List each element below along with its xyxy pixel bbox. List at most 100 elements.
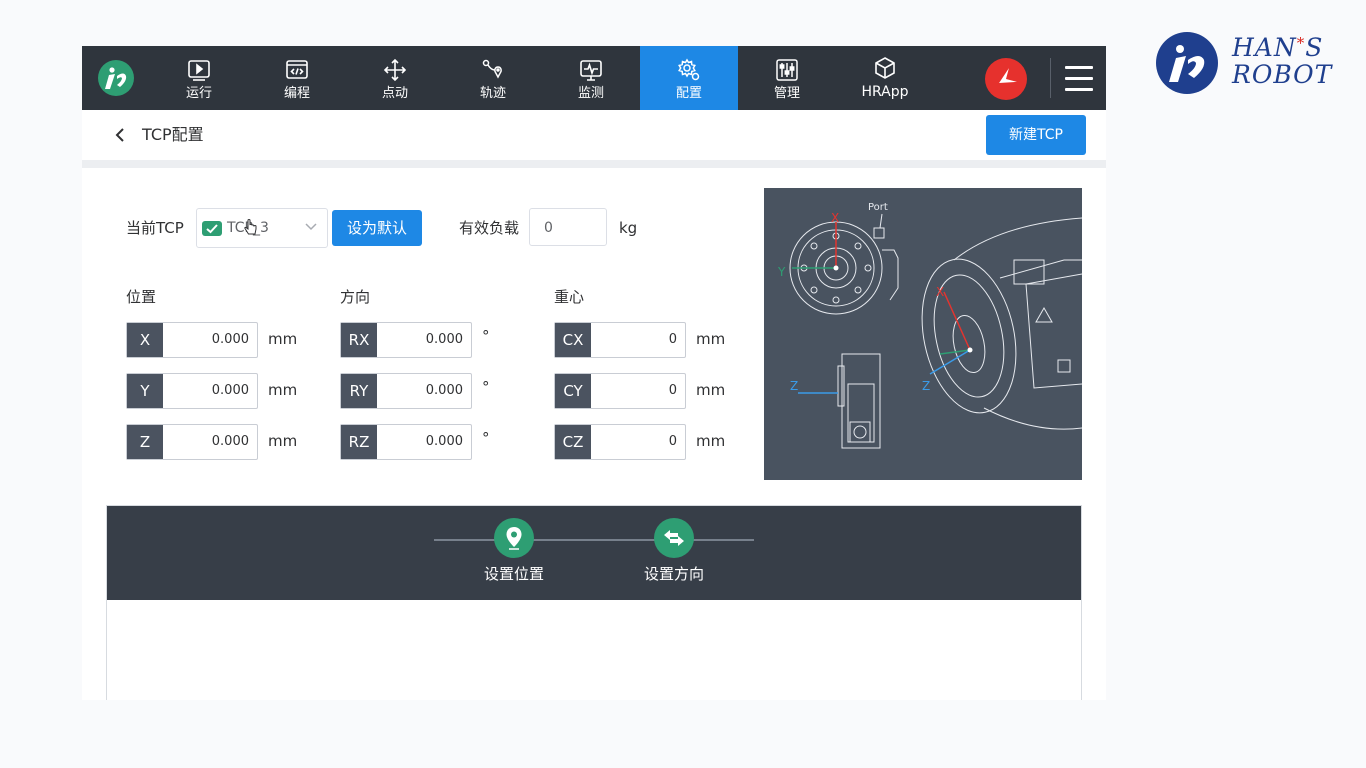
field-value[interactable]: 0.000 — [426, 374, 463, 408]
field-value[interactable]: 0 — [669, 374, 677, 408]
cog-section-title: 重心 — [554, 288, 585, 306]
x-axis-label: X — [831, 211, 839, 225]
nav-label: 运行 — [185, 86, 212, 101]
nav-item-jog[interactable]: 点动 — [346, 46, 444, 110]
nav-label: 配置 — [675, 86, 702, 101]
position-section-title: 位置 — [126, 288, 157, 306]
settings-icon — [678, 58, 700, 81]
nav-item-program[interactable]: 编程 — [248, 46, 346, 110]
tcp-select[interactable]: TCP_3 — [196, 208, 328, 248]
emergency-stop-button[interactable] — [985, 58, 1027, 100]
field-value[interactable]: 0.000 — [212, 374, 249, 408]
unit-label: mm — [268, 381, 298, 399]
payload-unit: kg — [619, 219, 638, 237]
app-logo-icon[interactable] — [97, 59, 135, 97]
wizard-steps-bar: 设置位置 设置方向 — [107, 506, 1081, 600]
nav-label: 轨迹 — [479, 86, 506, 101]
nav-label: 监测 — [577, 86, 604, 101]
z-axis-label-3d: Z — [922, 379, 930, 393]
step-connector — [434, 539, 754, 541]
nav-label: 编程 — [283, 86, 310, 101]
step-label: 设置方向 — [643, 565, 704, 583]
field-value[interactable]: 0 — [669, 425, 677, 459]
orientation-rz-field[interactable]: RZ 0.000 — [340, 424, 472, 460]
field-tag: CZ — [555, 425, 591, 459]
management-icon — [776, 59, 798, 81]
x-axis-label-3d: X — [936, 285, 944, 299]
set-default-button[interactable]: 设为默认 — [332, 210, 422, 246]
menu-icon — [1065, 66, 1093, 69]
nav-item-trajectory[interactable]: 轨迹 — [444, 46, 542, 110]
orientation-rx-field[interactable]: RX 0.000 — [340, 322, 472, 358]
field-value[interactable]: 0.000 — [426, 425, 463, 459]
unit-label: ° — [482, 429, 490, 447]
header-separator — [82, 160, 1106, 168]
field-value[interactable]: 0.000 — [212, 425, 249, 459]
orientation-ry-field[interactable]: RY 0.000 — [340, 373, 472, 409]
step-label: 设置位置 — [483, 565, 544, 583]
payload-label: 有效负载 — [459, 219, 520, 237]
brand-name: HAN*S ROBOT — [1232, 33, 1333, 89]
payload-input[interactable]: 0 — [529, 208, 607, 246]
trajectory-icon — [482, 59, 502, 79]
page-title: TCP配置 — [142, 125, 204, 144]
unit-label: ° — [482, 327, 490, 345]
new-tcp-button[interactable]: 新建TCP — [986, 115, 1086, 155]
unit-label: ° — [482, 378, 490, 396]
current-tcp-label: 当前TCP — [126, 219, 184, 237]
cube-icon — [875, 57, 895, 79]
nav-item-monitor[interactable]: 监测 — [542, 46, 640, 110]
y-axis-label: Y — [777, 265, 786, 279]
nav-item-config[interactable]: 配置 — [640, 46, 738, 110]
code-icon — [286, 60, 308, 79]
tcp-diagram: Port X Y Z X Z — [764, 188, 1083, 480]
nav-label: 管理 — [773, 86, 800, 101]
cog-cx-field[interactable]: CX 0 — [554, 322, 686, 358]
hamburger-menu-button[interactable] — [1065, 66, 1093, 92]
nav-item-run[interactable]: 运行 — [150, 46, 248, 110]
check-icon — [202, 221, 222, 236]
field-tag: RY — [341, 374, 377, 408]
field-value[interactable]: 0.000 — [212, 323, 249, 357]
field-value[interactable]: 0.000 — [426, 323, 463, 357]
emergency-stop-icon — [999, 68, 1017, 83]
hans-robot-logo: HAN*S ROBOT — [1154, 28, 1334, 98]
field-tag: Y — [127, 374, 163, 408]
chevron-down-icon — [305, 223, 317, 231]
orientation-section-title: 方向 — [340, 288, 371, 306]
port-label: Port — [868, 202, 888, 213]
unit-label: mm — [696, 432, 726, 450]
position-z-field[interactable]: Z 0.000 — [126, 424, 258, 460]
position-x-field[interactable]: X 0.000 — [126, 322, 258, 358]
back-arrow-icon[interactable] — [112, 126, 128, 144]
direction-arrows-icon — [654, 518, 694, 558]
nav-item-management[interactable]: 管理 — [738, 46, 836, 110]
field-value[interactable]: 0 — [669, 323, 677, 357]
nav-item-hrapp[interactable]: HRApp — [836, 46, 934, 110]
unit-label: mm — [696, 381, 726, 399]
position-y-field[interactable]: Y 0.000 — [126, 373, 258, 409]
hand-cursor-icon — [244, 219, 257, 235]
nav-label: 点动 — [381, 86, 408, 101]
unit-label: mm — [696, 330, 726, 348]
unit-label: mm — [268, 432, 298, 450]
flange-illustration: Port X Y Z X Z — [777, 202, 1083, 449]
location-pin-icon — [494, 518, 534, 558]
top-navigation: 运行 编程 点动 轨迹 监测 配置 管理 HRApp — [82, 46, 1106, 110]
unit-label: mm — [268, 330, 298, 348]
cog-cy-field[interactable]: CY 0 — [554, 373, 686, 409]
nav-divider — [1050, 58, 1051, 98]
field-tag: RX — [341, 323, 377, 357]
field-tag: RZ — [341, 425, 377, 459]
field-tag: CX — [555, 323, 591, 357]
tcp-setup-wizard: 设置位置 设置方向 — [106, 505, 1082, 700]
cog-cz-field[interactable]: CZ 0 — [554, 424, 686, 460]
page-header: TCP配置 新建TCP — [82, 110, 1106, 160]
z-axis-label-side: Z — [790, 379, 798, 393]
field-tag: X — [127, 323, 163, 357]
nav-label: HRApp — [861, 84, 909, 100]
field-tag: CY — [555, 374, 591, 408]
field-tag: Z — [127, 425, 163, 459]
robot-teach-app: 运行 编程 点动 轨迹 监测 配置 管理 HRApp TCP配置 新建TCP 当… — [82, 46, 1106, 700]
move-icon — [383, 58, 407, 82]
